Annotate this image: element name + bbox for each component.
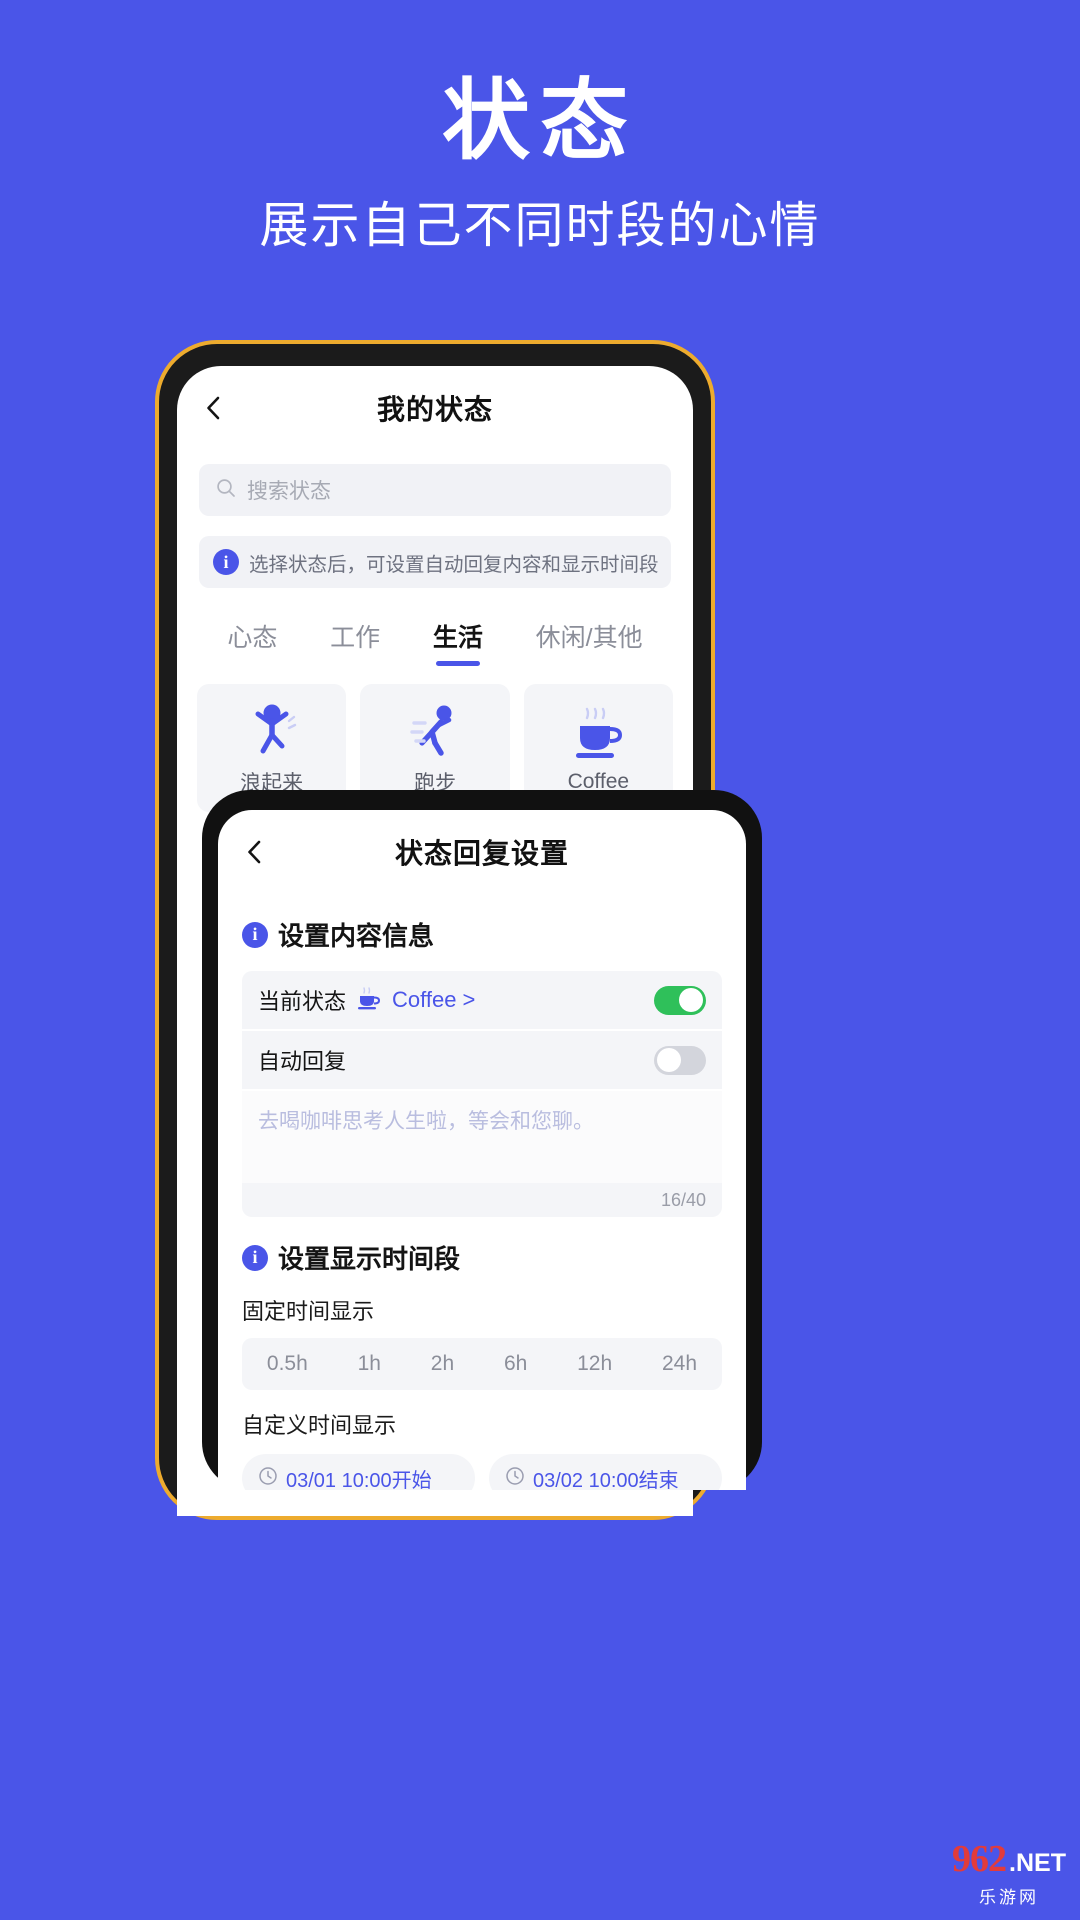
tab-mindset[interactable]: 心态	[227, 618, 277, 666]
page-subtitle: 展示自己不同时段的心情	[259, 198, 821, 253]
current-status-row[interactable]: 当前状态 Coffee >	[242, 971, 722, 1029]
running-person-icon	[408, 699, 462, 761]
auto-reply-placeholder: 去喝咖啡思考人生啦，等会和您聊。	[258, 1110, 594, 1133]
coffee-cup-icon	[356, 986, 382, 1015]
clock-icon	[258, 1466, 278, 1491]
jumping-person-icon	[245, 699, 299, 761]
tab-work[interactable]: 工作	[330, 618, 380, 666]
watermark-domain: .NET	[1009, 1849, 1066, 1877]
coffee-cup-icon	[571, 702, 625, 764]
promo-header: 状态 展示自己不同时段的心情	[0, 0, 1080, 255]
auto-reply-textarea[interactable]: 去喝咖啡思考人生啦，等会和您聊。	[242, 1091, 722, 1183]
auto-reply-row[interactable]: 自动回复	[242, 1031, 722, 1089]
time-section-header: i 设置显示时间段	[242, 1239, 722, 1276]
search-input[interactable]: 搜索状态	[199, 464, 671, 516]
content-section-title: 设置内容信息	[278, 921, 435, 951]
auto-reply-toggle[interactable]	[654, 1045, 706, 1075]
custom-time-start-text: 03/01 10:00开始	[286, 1469, 432, 1491]
chevron-right-icon: >	[462, 987, 476, 1012]
info-banner: i 选择状态后，可设置自动回复内容和显示时间段	[199, 536, 671, 588]
custom-time-start[interactable]: 03/01 10:00开始	[242, 1454, 475, 1490]
category-tabs: 心态 工作 生活 休闲/其他	[201, 618, 669, 666]
custom-time-end-text: 03/02 10:00结束	[533, 1469, 679, 1491]
tab-leisure-other[interactable]: 休闲/其他	[536, 618, 643, 666]
reply-settings-screen: 状态回复设置 i 设置内容信息 当前状态 Coffee > 自动回复 去喝咖啡思…	[218, 810, 746, 1490]
phone-frame-reply-settings: 状态回复设置 i 设置内容信息 当前状态 Coffee > 自动回复 去喝咖啡思…	[202, 790, 762, 1490]
clock-icon	[505, 1466, 525, 1491]
fixed-time-chip-6h[interactable]: 6h	[504, 1352, 527, 1376]
character-counter-bar: 16/40	[242, 1183, 722, 1217]
fixed-time-chip-2h[interactable]: 2h	[431, 1352, 454, 1376]
fixed-time-chip-12h[interactable]: 12h	[577, 1352, 612, 1376]
page-title: 状态	[441, 71, 638, 170]
tab-life[interactable]: 生活	[433, 618, 483, 666]
info-icon: i	[242, 921, 268, 948]
status-title: 我的状态	[376, 394, 493, 425]
chevron-left-icon[interactable]	[199, 393, 229, 423]
fixed-time-chip-05h[interactable]: 0.5h	[267, 1352, 308, 1376]
custom-time-end[interactable]: 03/02 10:00结束	[489, 1454, 722, 1490]
time-section-title: 设置显示时间段	[278, 1244, 461, 1274]
status-navbar: 我的状态	[177, 366, 693, 450]
info-icon: i	[242, 1244, 268, 1271]
content-section-header: i 设置内容信息	[242, 916, 722, 953]
character-counter: 16/40	[660, 1189, 706, 1210]
reply-navbar: 状态回复设置	[218, 810, 746, 894]
search-placeholder: 搜索状态	[247, 480, 331, 503]
watermark-subtitle: 乐游网	[979, 1888, 1040, 1907]
fixed-time-chip-1h[interactable]: 1h	[358, 1352, 381, 1376]
chevron-left-icon[interactable]	[240, 837, 270, 867]
search-icon	[215, 477, 237, 504]
current-status-value: Coffee >	[392, 987, 476, 1012]
watermark-brand: 962	[952, 1838, 1007, 1880]
current-status-label: 当前状态	[258, 989, 347, 1014]
reply-title: 状态回复设置	[394, 838, 569, 869]
fixed-time-label: 固定时间显示	[242, 1299, 375, 1324]
current-status-toggle[interactable]	[654, 985, 706, 1015]
watermark: 962 .NET 乐游网	[952, 1837, 1066, 1908]
info-icon: i	[213, 549, 239, 575]
fixed-time-chip-24h[interactable]: 24h	[662, 1352, 697, 1376]
info-banner-text: 选择状态后，可设置自动回复内容和显示时间段	[249, 553, 659, 576]
custom-time-range: 03/01 10:00开始 03/02 10:00结束	[242, 1454, 722, 1490]
auto-reply-label: 自动回复	[258, 1049, 347, 1074]
fixed-time-options: 0.5h 1h 2h 6h 12h 24h	[242, 1338, 722, 1390]
custom-time-label: 自定义时间显示	[242, 1413, 397, 1438]
